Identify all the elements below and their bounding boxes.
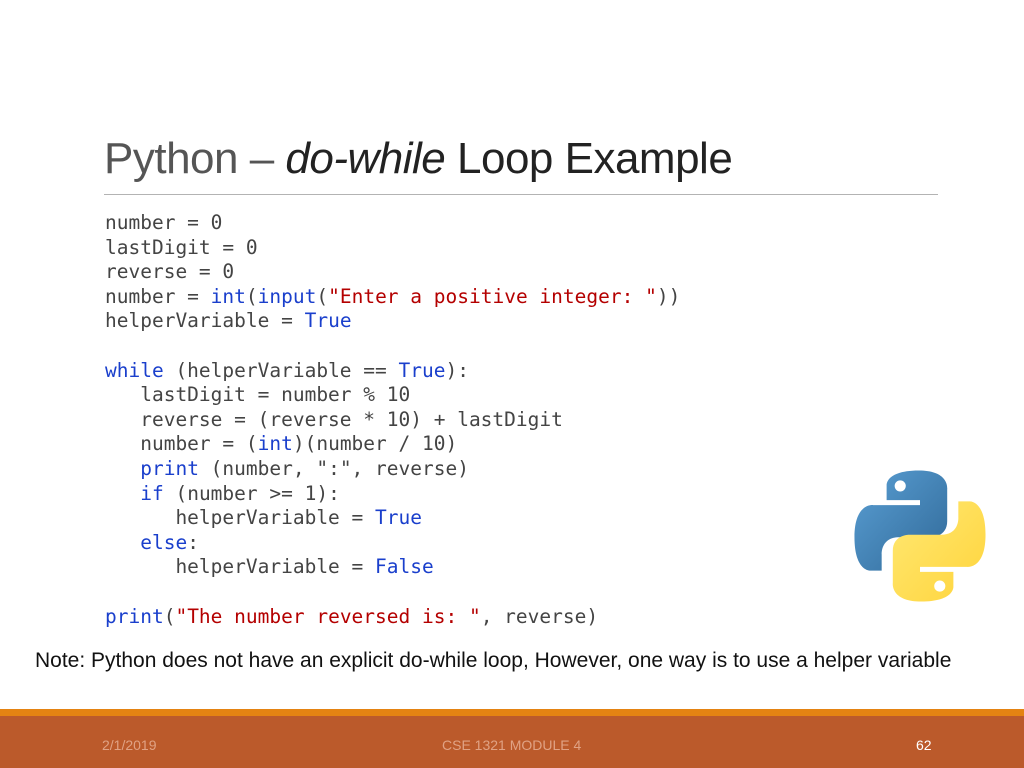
code-text: number = (: [105, 432, 258, 456]
code-text: (: [316, 284, 329, 308]
code-line: print("The number reversed is: ", revers…: [105, 605, 680, 630]
code-text: helperVariable =: [105, 309, 305, 333]
code-string: "The number reversed is: ": [175, 604, 481, 628]
python-logo-icon: [852, 468, 988, 604]
code-text: )(number / 10): [292, 432, 458, 456]
slide-title: Python – do-while Loop Example: [104, 134, 733, 184]
code-text: (number >= 1):: [163, 481, 340, 505]
code-line: helperVariable = False: [105, 555, 680, 580]
code-keyword: print: [140, 456, 199, 480]
code-line: helperVariable = True: [105, 506, 680, 531]
code-keyword: while: [105, 358, 164, 382]
footer-stripe: [0, 709, 1024, 716]
code-line: number = (int)(number / 10): [105, 432, 680, 457]
code-text: (: [163, 604, 176, 628]
code-line: print (number, ":", reverse): [105, 457, 680, 482]
code-line: else:: [105, 531, 680, 556]
code-text: (helperVariable ==: [163, 358, 399, 382]
slide-footer: 2/1/2019 CSE 1321 MODULE 4 62: [0, 716, 1024, 768]
code-text: reverse = (reverse * 10) + lastDigit: [105, 407, 563, 431]
code-text: )): [656, 284, 681, 308]
code-text: ):: [445, 358, 469, 382]
title-divider: [104, 194, 938, 195]
code-keyword: True: [304, 309, 352, 333]
code-keyword: int: [210, 284, 246, 308]
code-text: number = 0: [105, 211, 223, 234]
code-line: helperVariable = True: [105, 309, 680, 334]
code-keyword: True: [398, 358, 446, 382]
code-keyword: int: [257, 432, 293, 456]
code-block: number = 0 lastDigit = 0 reverse = 0 number…: [105, 211, 680, 629]
code-text: number =: [105, 284, 211, 308]
code-line: number = 0: [105, 211, 680, 236]
code-keyword: if: [140, 481, 164, 505]
code-line: lastDigit = number % 10: [105, 383, 680, 408]
code-line: if (number >= 1):: [105, 482, 680, 507]
code-keyword: else: [140, 530, 188, 554]
code-text: lastDigit = number % 10: [105, 383, 411, 407]
footer-course: CSE 1321 MODULE 4: [442, 737, 582, 753]
code-line: reverse = 0: [105, 260, 680, 285]
code-keyword: print: [105, 604, 164, 628]
title-prefix: Python –: [104, 134, 286, 183]
code-line: while (helperVariable == True):: [105, 359, 680, 384]
code-text: helperVariable =: [105, 555, 376, 579]
note-text: Note: Python does not have an explicit d…: [35, 649, 952, 672]
slide-number: 62: [916, 737, 932, 753]
code-text: lastDigit = 0: [105, 235, 258, 259]
code-line: number = int(input("Enter a positive int…: [105, 285, 680, 310]
code-text: , reverse): [480, 604, 599, 628]
code-keyword: input: [257, 284, 317, 308]
title-italic: do-while: [285, 134, 446, 183]
code-text: :: [187, 530, 199, 554]
code-text: (number, ":", reverse): [198, 456, 469, 480]
code-text: (: [245, 284, 258, 308]
footer-date: 2/1/2019: [102, 737, 157, 753]
code-keyword: True: [375, 506, 422, 530]
code-text: helperVariable =: [105, 506, 376, 530]
title-suffix: Loop Example: [445, 134, 733, 183]
code-line: lastDigit = 0: [105, 236, 680, 261]
code-text: reverse = 0: [105, 260, 235, 284]
code-string: "Enter a positive integer: ": [328, 284, 657, 308]
code-keyword: False: [375, 555, 434, 579]
code-line: reverse = (reverse * 10) + lastDigit: [105, 408, 680, 433]
